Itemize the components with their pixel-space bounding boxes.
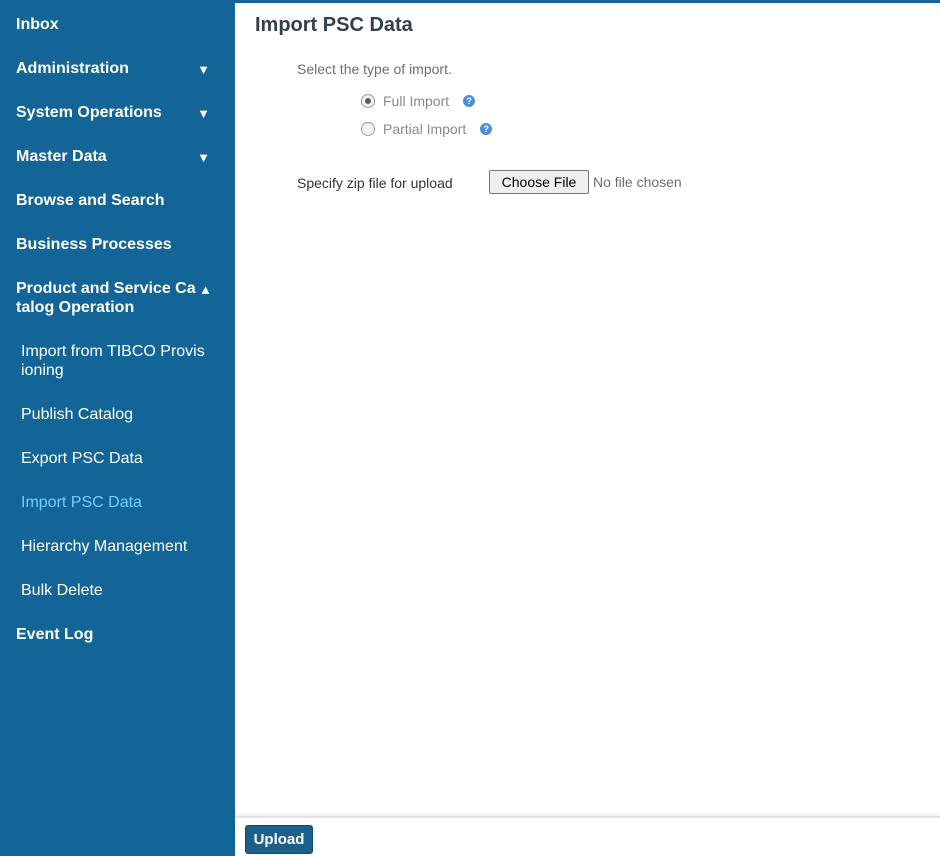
choose-file-button[interactable]: Choose File xyxy=(489,170,589,194)
sidebar-subitem-export-psc[interactable]: Export PSC Data xyxy=(21,449,216,468)
upload-button[interactable]: Upload xyxy=(245,825,313,854)
sidebar-item-label: Administration xyxy=(16,60,129,77)
chevron-down-icon: ▼ xyxy=(197,62,210,77)
sidebar-subitem-label: Import PSC Data xyxy=(21,494,142,511)
sidebar-nav: Inbox Administration ▼ System Operations… xyxy=(0,0,235,856)
help-icon[interactable]: ? xyxy=(480,123,493,135)
sidebar-item-label: Business Processes xyxy=(16,236,172,253)
file-status-text: No file chosen xyxy=(593,174,682,190)
sidebar-item-event-log[interactable]: Event Log xyxy=(16,625,216,644)
sidebar-item-master-data[interactable]: Master Data ▼ xyxy=(16,147,216,166)
sidebar-subitem-label-continued: ioning xyxy=(21,362,64,379)
sidebar-subitem-import-tibco[interactable]: Import from TIBCO Provis ioning xyxy=(21,342,216,380)
sidebar-subitem-label: Export PSC Data xyxy=(21,450,143,467)
full-import-label: Full Import xyxy=(383,93,450,109)
page-title: Import PSC Data xyxy=(255,14,413,36)
sidebar-subitem-bulk-delete[interactable]: Bulk Delete xyxy=(21,581,216,600)
chevron-down-icon: ▼ xyxy=(197,150,210,165)
sidebar-subitem-publish-catalog[interactable]: Publish Catalog xyxy=(21,405,216,424)
sidebar-subitem-import-psc[interactable]: Import PSC Data xyxy=(21,493,216,512)
zip-file-label: Specify zip file for upload xyxy=(297,175,453,191)
chevron-up-icon: ▲ xyxy=(199,282,212,297)
help-icon[interactable]: ? xyxy=(463,95,476,107)
sidebar-item-business-processes[interactable]: Business Processes xyxy=(16,235,216,254)
sidebar-item-browse-and-search[interactable]: Browse and Search xyxy=(16,191,216,210)
sidebar-item-label: Product and Service Ca xyxy=(16,280,196,297)
sidebar-item-label: Event Log xyxy=(16,626,94,643)
sidebar-item-inbox[interactable]: Inbox xyxy=(16,15,216,34)
full-import-radio[interactable] xyxy=(361,94,375,108)
sidebar-item-administration[interactable]: Administration ▼ xyxy=(16,59,216,78)
sidebar-item-label: Inbox xyxy=(16,16,59,33)
sidebar-item-label: Master Data xyxy=(16,148,107,165)
full-import-option[interactable]: Full Import ? xyxy=(361,92,476,110)
sidebar-subitem-label: Bulk Delete xyxy=(21,582,103,599)
chevron-down-icon: ▼ xyxy=(197,106,210,121)
sidebar-subitem-label: Import from TIBCO Provis xyxy=(21,343,205,360)
radio-selected-dot xyxy=(365,98,371,104)
top-accent-bar xyxy=(235,0,940,3)
sidebar-item-label: System Operations xyxy=(16,104,162,121)
partial-import-radio[interactable] xyxy=(361,122,375,136)
sidebar-item-label-continued: talog Operation xyxy=(16,299,135,316)
sidebar-item-label: Browse and Search xyxy=(16,192,165,209)
sidebar-item-system-operations[interactable]: System Operations ▼ xyxy=(16,103,216,122)
import-type-prompt: Select the type of import. xyxy=(297,61,452,77)
sidebar-item-product-service-catalog[interactable]: Product and Service Ca talog Operation ▲ xyxy=(16,279,216,317)
partial-import-option[interactable]: Partial Import ? xyxy=(361,120,493,138)
sidebar-subitem-hierarchy-management[interactable]: Hierarchy Management xyxy=(21,537,216,556)
sidebar-subitem-label: Hierarchy Management xyxy=(21,538,188,555)
sidebar-subitem-label: Publish Catalog xyxy=(21,406,134,423)
action-footer: Upload xyxy=(235,816,940,856)
partial-import-label: Partial Import xyxy=(383,121,467,137)
